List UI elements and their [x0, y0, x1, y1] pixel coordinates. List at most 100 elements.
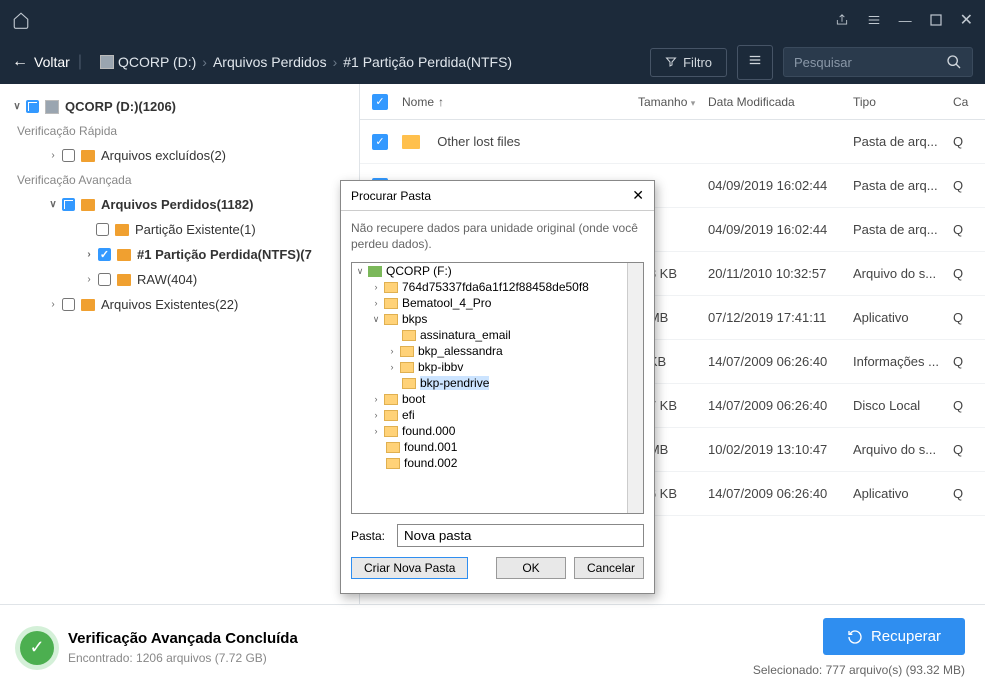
close-button[interactable]: ✕ [960, 10, 973, 30]
chevron-right-icon: › [333, 54, 338, 70]
dt-item[interactable]: ›boot [352, 391, 643, 407]
chevron-right-icon[interactable]: › [370, 298, 382, 308]
tree-lost-partition[interactable]: › ✓ #1 Partição Perdida(NTFS)(7 [2, 242, 357, 267]
checkbox[interactable]: ✓ [98, 248, 111, 261]
chevron-right-icon[interactable]: › [386, 362, 398, 372]
back-button[interactable]: ← Voltar [12, 53, 70, 71]
tree-existing[interactable]: › Arquivos Existentes(22) [2, 292, 357, 317]
sidebar-tree: ∨ QCORP (D:)(1206) Verificação Rápida › … [0, 84, 360, 604]
scroll-thumb[interactable] [629, 285, 643, 333]
checkbox[interactable] [62, 298, 75, 311]
cancel-button[interactable]: Cancelar [574, 557, 644, 579]
search-input[interactable]: Pesquisar [783, 47, 973, 77]
col-date[interactable]: Data Modificada [708, 95, 853, 109]
chevron-right-icon[interactable]: › [370, 394, 382, 404]
cell-c: Q [953, 310, 973, 325]
tree-quick-section: Verificação Rápida [2, 119, 357, 143]
share-icon[interactable] [835, 13, 849, 27]
col-name[interactable]: Nome ↑ [402, 95, 638, 109]
folder-icon [117, 249, 131, 261]
tree-root[interactable]: ∨ QCORP (D:)(1206) [2, 94, 357, 119]
select-all-checkbox[interactable]: ✓ [372, 94, 388, 110]
cell-c: Q [953, 398, 973, 413]
search-icon [946, 54, 962, 70]
tree-root-label: QCORP (D:)(1206) [65, 99, 176, 114]
view-toggle-button[interactable] [737, 45, 773, 80]
dt-item[interactable]: ›found.000 [352, 423, 643, 439]
dt-item[interactable]: ›Bematool_4_Pro [352, 295, 643, 311]
col-type[interactable]: Tipo [853, 95, 953, 109]
restore-icon [847, 629, 863, 645]
titlebar: — ✕ [0, 0, 985, 40]
minimize-button[interactable]: — [899, 13, 912, 28]
chevron-right-icon[interactable]: › [370, 282, 382, 292]
col-size[interactable]: Tamanho ▾ [638, 95, 708, 109]
tree-excluded[interactable]: › Arquivos excluídos(2) [2, 143, 357, 168]
chevron-right-icon[interactable]: › [386, 346, 398, 356]
chevron-down-icon[interactable]: ∨ [370, 314, 382, 325]
footer: ✓ Verificação Avançada Concluída Encontr… [0, 604, 985, 690]
scan-status-title: Verificação Avançada Concluída [68, 630, 298, 647]
dt-drive[interactable]: ∨QCORP (F:) [352, 263, 643, 279]
checkbox[interactable] [26, 100, 39, 113]
dt-item[interactable]: assinatura_email [352, 327, 643, 343]
check-icon: ✓ [20, 631, 54, 665]
folder-icon [402, 378, 416, 389]
chevron-right-icon[interactable]: › [370, 426, 382, 436]
table-row[interactable]: ✓ Other lost filesPasta de arq...Q [360, 120, 985, 164]
row-checkbox[interactable]: ✓ [372, 134, 388, 150]
recover-button[interactable]: Recuperar [823, 618, 965, 655]
chevron-right-icon[interactable]: › [82, 274, 96, 285]
chevron-down-icon[interactable]: ∨ [46, 199, 60, 210]
chevron-right-icon[interactable]: › [46, 150, 60, 161]
ok-button[interactable]: OK [496, 557, 566, 579]
back-label: Voltar [34, 54, 70, 70]
chevron-down-icon[interactable]: ∨ [354, 266, 366, 277]
cell-date: 04/09/2019 16:02:44 [708, 222, 853, 237]
dialog-message: Não recupere dados para unidade original… [341, 211, 654, 262]
chevron-down-icon[interactable]: ∨ [10, 101, 24, 112]
tree-lost[interactable]: ∨ Arquivos Perdidos(1182) [2, 192, 357, 217]
search-placeholder: Pesquisar [794, 55, 852, 70]
dialog-folder-tree[interactable]: ∨QCORP (F:) ›764d75337fda6a1f12f88458de5… [351, 262, 644, 514]
dt-item-selected[interactable]: bkp-pendrive [352, 375, 643, 391]
tree-existing-part[interactable]: Partição Existente(1) [2, 217, 357, 242]
new-folder-button[interactable]: Criar Nova Pasta [351, 557, 468, 579]
checkbox[interactable] [96, 223, 109, 236]
cell-c: Q [953, 266, 973, 281]
disk-icon [45, 100, 59, 114]
breadcrumb-partition[interactable]: #1 Partição Perdida(NTFS) [343, 54, 512, 70]
filter-button[interactable]: Filtro [650, 48, 727, 77]
breadcrumb-drive[interactable]: QCORP (D:) [100, 54, 196, 70]
dt-item[interactable]: ›bkp_alessandra [352, 343, 643, 359]
sort-down-icon: ▾ [691, 98, 696, 108]
checkbox[interactable] [62, 149, 75, 162]
breadcrumb-lost[interactable]: Arquivos Perdidos [213, 54, 327, 70]
tree-lost-partition-label: #1 Partição Perdida(NTFS)(7 [137, 247, 312, 262]
dialog-close-button[interactable]: ✕ [632, 187, 644, 204]
folder-icon [81, 299, 95, 311]
chevron-right-icon[interactable]: › [82, 249, 96, 260]
menu-icon[interactable] [867, 13, 881, 27]
browse-folder-dialog: Procurar Pasta ✕ Não recupere dados para… [340, 180, 655, 594]
dt-item[interactable]: ∨bkps [352, 311, 643, 327]
folder-name-input[interactable] [397, 524, 644, 547]
checkbox[interactable] [62, 198, 75, 211]
tree-raw[interactable]: › RAW(404) [2, 267, 357, 292]
tree-existing-label: Arquivos Existentes(22) [101, 297, 238, 312]
dt-item[interactable]: found.002 [352, 455, 643, 471]
cell-c: Q [953, 134, 973, 149]
maximize-button[interactable] [930, 14, 942, 26]
dt-item[interactable]: found.001 [352, 439, 643, 455]
breadcrumb: QCORP (D:) › Arquivos Perdidos › #1 Part… [100, 54, 512, 70]
scrollbar[interactable] [627, 263, 643, 513]
dt-item[interactable]: ›bkp-ibbv [352, 359, 643, 375]
sort-up-icon: ↑ [438, 95, 444, 109]
chevron-right-icon[interactable]: › [46, 299, 60, 310]
dt-item[interactable]: ›efi [352, 407, 643, 423]
cell-c: Q [953, 222, 973, 237]
dt-item[interactable]: ›764d75337fda6a1f12f88458de50f8 [352, 279, 643, 295]
home-icon[interactable] [12, 11, 30, 29]
checkbox[interactable] [98, 273, 111, 286]
chevron-right-icon[interactable]: › [370, 410, 382, 420]
